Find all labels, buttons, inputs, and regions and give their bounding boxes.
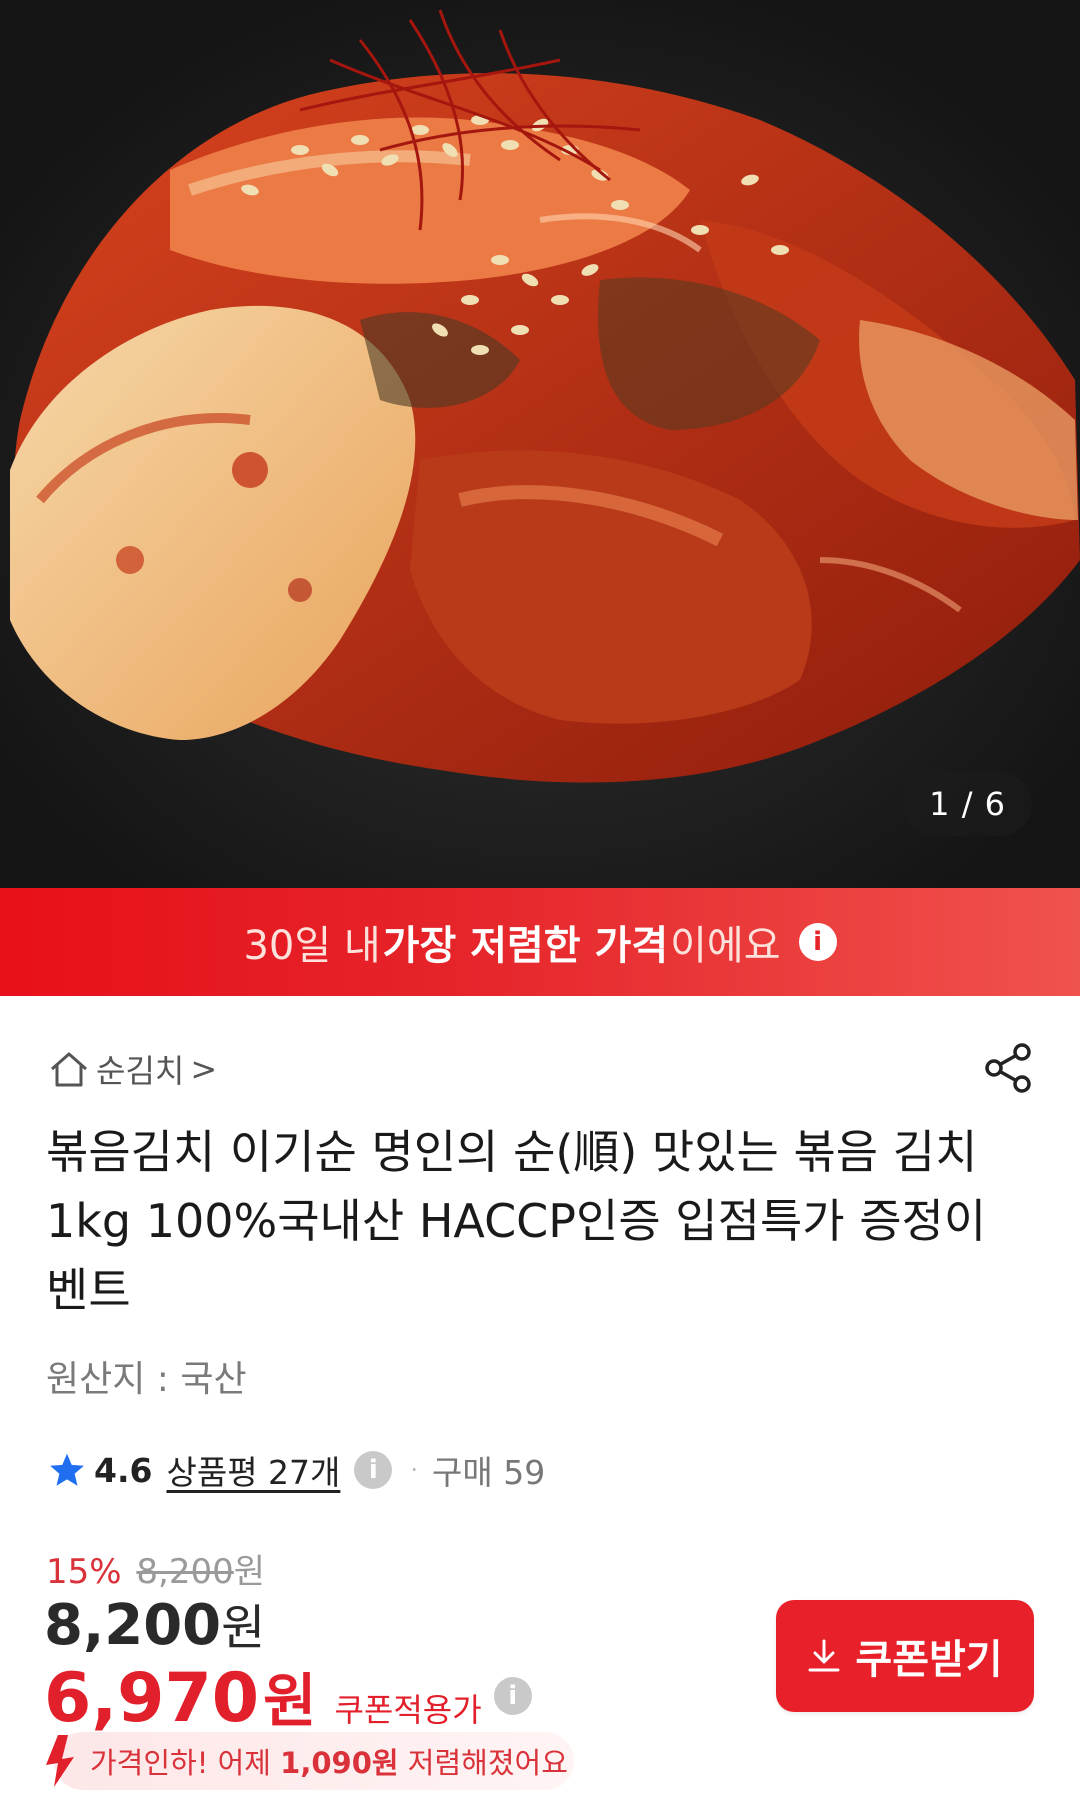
home-icon <box>51 1052 87 1087</box>
price-drop-notice: 가격인하! 어제 1,090원 저렴해졌어요 <box>40 1732 574 1790</box>
chevron-right-icon: > <box>190 1050 218 1088</box>
star-icon <box>50 1453 84 1486</box>
banner-prefix: 30일 내 <box>243 923 381 969</box>
separator-dot: · <box>410 1456 419 1484</box>
price-drop-arrow-icon <box>46 1735 74 1787</box>
reviews-link[interactable]: 상품평 27개 <box>166 1446 340 1494</box>
sale-price-value: 8,200 <box>44 1593 222 1658</box>
download-icon <box>808 1639 840 1672</box>
price-drop-prefix: 가격인하! 어제 <box>90 1746 281 1780</box>
info-icon[interactable]: i <box>798 923 837 961</box>
coupon-price-unit: 원 <box>263 1667 317 1735</box>
original-price-unit: 원 <box>233 1552 266 1592</box>
price-drop-amount: 1,090원 <box>280 1746 399 1780</box>
get-coupon-label: 쿠폰받기 <box>855 1637 1003 1683</box>
banner-highlight: 가장 저렴한 가격 <box>382 923 669 969</box>
price-drop-suffix: 저렴해졌어요 <box>398 1746 568 1780</box>
rating-score: 4.6 <box>94 1450 153 1490</box>
sale-price-unit: 원 <box>221 1600 266 1656</box>
banner-suffix: 이에요 <box>670 923 781 969</box>
info-icon[interactable]: i <box>493 1677 532 1715</box>
breadcrumb-category[interactable]: 순김치 <box>96 1046 184 1092</box>
share-icon[interactable] <box>980 1040 1036 1096</box>
rating-row: 4.6 상품평 27개 i · 구매 59 <box>48 1446 545 1494</box>
coupon-price-row: 6,970 원 쿠폰적용가 i <box>44 1654 532 1738</box>
sale-price: 8,200원 <box>44 1588 265 1658</box>
original-price: 8,200 <box>136 1552 234 1592</box>
info-icon[interactable]: i <box>354 1451 393 1489</box>
discount-row: 15% 8,200원 <box>46 1544 265 1593</box>
product-image[interactable]: 1 / 6 <box>0 0 1080 888</box>
coupon-price-value: 6,970 <box>44 1659 260 1738</box>
origin-label: 원산지 : 국산 <box>46 1359 247 1400</box>
get-coupon-button[interactable]: 쿠폰받기 <box>776 1600 1034 1712</box>
kimchi-photo <box>0 0 1080 888</box>
discount-percent: 15% <box>46 1552 122 1592</box>
coupon-price-label: 쿠폰적용가 <box>334 1691 482 1729</box>
price-drop-text: 가격인하! 어제 1,090원 저렴해졌어요 <box>90 1740 568 1782</box>
image-counter: 1 / 6 <box>903 772 1032 836</box>
breadcrumb[interactable]: 순김치 > <box>48 1046 217 1092</box>
purchase-count: 구매 59 <box>432 1453 546 1492</box>
product-title: 볶음김치 이기순 명인의 순(順) 맛있는 볶음 김치 1kg 100%국내산 … <box>46 1125 987 1317</box>
lowest-price-banner[interactable]: 30일 내 가장 저렴한 가격 이에요 i <box>0 888 1080 996</box>
